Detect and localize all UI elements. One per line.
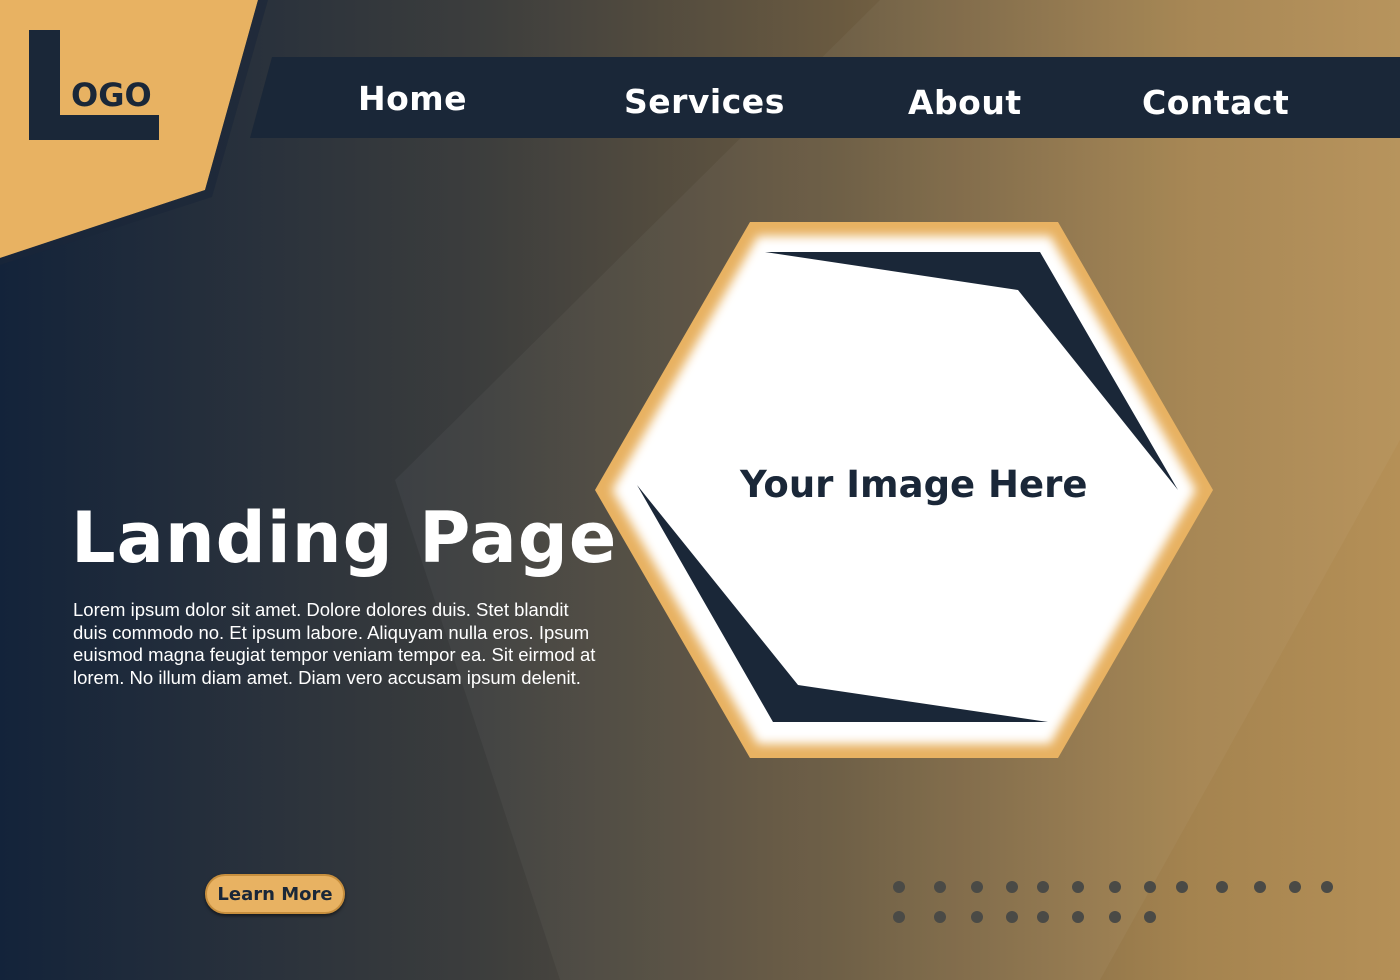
nav-home[interactable]: Home <box>358 79 467 118</box>
dot <box>1072 881 1084 893</box>
dot <box>1109 911 1121 923</box>
dot <box>1144 881 1156 893</box>
nav-services[interactable]: Services <box>624 82 785 121</box>
learn-more-button[interactable]: Learn More <box>205 874 345 914</box>
background-shapes <box>0 0 1400 980</box>
dot <box>971 911 983 923</box>
hero-body: Lorem ipsum dolor sit amet. Dolore dolor… <box>73 599 596 689</box>
nav-bar: Home Services About Contact <box>250 57 1400 138</box>
dot <box>971 881 983 893</box>
dot <box>1006 911 1018 923</box>
dot <box>893 911 905 923</box>
dot <box>1321 881 1333 893</box>
dot <box>1037 881 1049 893</box>
dot <box>1289 881 1301 893</box>
dot <box>1037 911 1049 923</box>
dot <box>1254 881 1266 893</box>
dot <box>1072 911 1084 923</box>
dot <box>1109 881 1121 893</box>
dot <box>893 881 905 893</box>
dot <box>1006 881 1018 893</box>
nav-about[interactable]: About <box>908 83 1022 122</box>
logo-text: OGO <box>71 76 152 114</box>
nav-contact[interactable]: Contact <box>1142 83 1289 122</box>
dot <box>1144 911 1156 923</box>
dot <box>1176 881 1188 893</box>
image-placeholder-text: Your Image Here <box>740 463 1088 506</box>
dot <box>934 911 946 923</box>
logo[interactable]: OGO <box>29 30 159 140</box>
dot <box>1216 881 1228 893</box>
hero-title: Landing Page <box>71 497 618 579</box>
dot <box>934 881 946 893</box>
